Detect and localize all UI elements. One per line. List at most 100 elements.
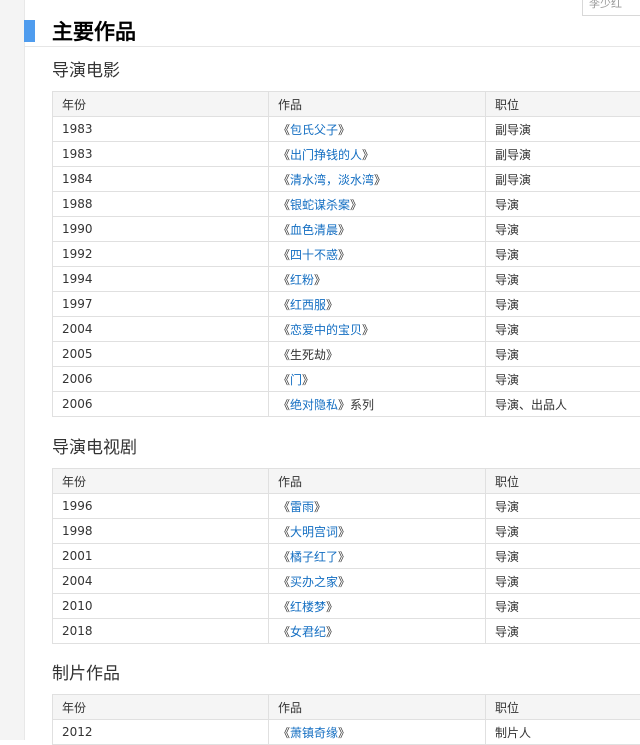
title-close-mark: 》 [338,726,350,740]
year-cell: 1983 [53,142,269,167]
work-title-link[interactable]: 包氏父子 [290,123,338,137]
work-title-link[interactable]: 血色清晨 [290,223,338,237]
year-cell: 1984 [53,167,269,192]
header-role: 职位 [486,469,640,494]
year-cell: 2004 [53,317,269,342]
work-title-link[interactable]: 橘子红了 [290,550,338,564]
year-cell: 2010 [53,594,269,619]
work-title-link[interactable]: 绝对隐私 [290,398,338,412]
year-cell: 2001 [53,544,269,569]
title-open-mark: 《 [278,348,290,362]
work-cell: 《雷雨》 [269,494,486,519]
title-open-mark: 《 [278,248,290,262]
title-close-mark: 》 [338,398,350,412]
work-title-link[interactable]: 红粉 [290,273,314,287]
left-gutter [0,0,25,740]
table-title-directed-films: 导演电影 [52,60,120,82]
role-cell: 导演 [486,367,640,392]
role-cell: 导演 [486,342,640,367]
title-open-mark: 《 [278,273,290,287]
title-open-mark: 《 [278,726,290,740]
work-cell: 《出门挣钱的人》 [269,142,486,167]
table-row: 2006《门》导演 [53,367,640,392]
title-close-mark: 》 [350,198,362,212]
work-title-link[interactable]: 红西服 [290,298,326,312]
search-box[interactable]: 李少红 [582,0,640,16]
title-close-mark: 》 [338,550,350,564]
header-role: 职位 [486,695,640,720]
title-close-mark: 》 [338,525,350,539]
title-close-mark: 》 [302,373,314,387]
work-title-link[interactable]: 四十不惑 [290,248,338,262]
work-title-link[interactable]: 女君纪 [290,625,326,639]
work-title-link[interactable]: 萧镇奇缘 [290,726,338,740]
role-cell: 制片人 [486,720,640,745]
year-cell: 1983 [53,117,269,142]
title-open-mark: 《 [278,323,290,337]
title-open-mark: 《 [278,575,290,589]
title-open-mark: 《 [278,625,290,639]
work-cell: 《红西服》 [269,292,486,317]
year-cell: 1994 [53,267,269,292]
title-open-mark: 《 [278,500,290,514]
work-title-link[interactable]: 买办之家 [290,575,338,589]
work-cell: 《买办之家》 [269,569,486,594]
table-header-row: 年份 作品 职位 [53,92,640,117]
work-title-link[interactable]: 出门挣钱的人 [290,148,362,162]
title-close-mark: 》 [326,625,338,639]
work-title-link: 生死劫 [290,348,326,362]
header-year: 年份 [53,695,269,720]
work-cell: 《绝对隐私》系列 [269,392,486,417]
title-close-mark: 》 [314,273,326,287]
work-title-link[interactable]: 红楼梦 [290,600,326,614]
header-year: 年份 [53,469,269,494]
year-cell: 2012 [53,720,269,745]
header-role: 职位 [486,92,640,117]
work-cell: 《门》 [269,367,486,392]
role-cell: 副导演 [486,142,640,167]
title-open-mark: 《 [278,550,290,564]
year-cell: 2006 [53,392,269,417]
work-suffix: 系列 [350,398,374,412]
table-row: 1994 《红粉》 导演 [53,267,640,292]
title-close-mark: 》 [338,248,350,262]
title-open-mark: 《 [278,223,290,237]
title-open-mark: 《 [278,173,290,187]
table-title-directed-tv: 导演电视剧 [52,437,137,459]
year-cell: 2006 [53,367,269,392]
year-cell: 1996 [53,494,269,519]
year-cell: 1988 [53,192,269,217]
work-title-link[interactable]: 大明宫词 [290,525,338,539]
work-title-link[interactable]: 雷雨 [290,500,314,514]
directed-films-table: 年份 作品 职位 1983《包氏父子》副导演1983《出门挣钱的人》副导演198… [52,91,640,417]
table-row: 2018《女君纪》导演 [53,619,640,644]
role-cell: 导演 [486,569,640,594]
year-cell: 1997 [53,292,269,317]
table-header-row: 年份 作品 职位 [53,469,640,494]
table-row: 1992《四十不惑》导演 [53,242,640,267]
table-header-row: 年份 作品 职位 [53,695,640,720]
table-row: 1983《出门挣钱的人》副导演 [53,142,640,167]
title-close-mark: 》 [374,173,386,187]
role-cell: 导演、出品人 [486,392,640,417]
work-cell: 《包氏父子》 [269,117,486,142]
work-title-link[interactable]: 门 [290,373,302,387]
title-close-mark: 》 [326,348,338,362]
year-cell: 1998 [53,519,269,544]
header-work: 作品 [269,695,486,720]
produced-works-table: 年份 作品 职位 2012 《萧镇奇缘》 制片人 [52,694,640,745]
year-cell: 2004 [53,569,269,594]
role-cell: 导演 [486,267,640,292]
role-cell: 导演 [486,317,640,342]
title-open-mark: 《 [278,298,290,312]
year-cell: 1990 [53,217,269,242]
work-title-link[interactable]: 银蛇谋杀案 [290,198,350,212]
directed-tv-table: 年份 作品 职位 1996《雷雨》导演1998《大明宫词》导演2001《橘子红了… [52,468,640,644]
title-close-mark: 》 [362,148,374,162]
work-cell: 《血色清晨》 [269,217,486,242]
work-title-link[interactable]: 恋爱中的宝贝 [290,323,362,337]
work-cell: 《四十不惑》 [269,242,486,267]
year-cell: 2018 [53,619,269,644]
work-title-link[interactable]: 清水湾，淡水湾 [290,173,374,187]
table-row: 1988《银蛇谋杀案》导演 [53,192,640,217]
